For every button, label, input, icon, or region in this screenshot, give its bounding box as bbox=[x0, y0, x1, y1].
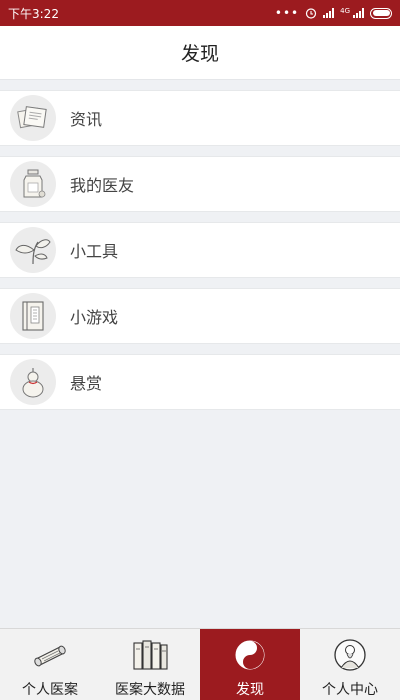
menu-item-games[interactable]: 小游戏 bbox=[0, 288, 400, 344]
scroll-icon bbox=[30, 635, 70, 675]
nav-label-big-data: 医案大数据 bbox=[115, 682, 185, 698]
papers-icon bbox=[10, 95, 56, 141]
books-icon bbox=[130, 635, 170, 675]
sage-avatar-icon bbox=[330, 635, 370, 675]
herb-leaf-icon bbox=[10, 227, 56, 273]
more-dots-icon: ••• bbox=[274, 6, 300, 20]
nav-item-profile[interactable]: 个人中心 bbox=[300, 629, 400, 700]
status-icons: ••• 4G bbox=[275, 7, 392, 19]
nav-label-profile: 个人中心 bbox=[322, 682, 378, 698]
menu-label-tools: 小工具 bbox=[70, 242, 119, 261]
signal-icon bbox=[323, 8, 335, 18]
gourd-icon bbox=[10, 359, 56, 405]
book-icon bbox=[10, 293, 56, 339]
page-header: 发现 bbox=[0, 26, 400, 80]
page-title: 发现 bbox=[180, 43, 219, 65]
status-bar: 下午3:22 ••• 4G bbox=[0, 0, 400, 26]
nav-item-discover[interactable]: 发现 bbox=[200, 629, 300, 700]
nav-label-discover: 发现 bbox=[236, 682, 264, 698]
bottom-nav: 个人医案 医案大数据 发现 个人中心 bbox=[0, 628, 400, 700]
menu-label-games: 小游戏 bbox=[70, 308, 119, 327]
menu-label-my-doctors: 我的医友 bbox=[70, 176, 135, 195]
menu-item-news[interactable]: 资讯 bbox=[0, 90, 400, 146]
status-time: 下午3:22 bbox=[8, 6, 59, 21]
menu-label-reward: 悬赏 bbox=[70, 374, 103, 393]
menu-item-reward[interactable]: 悬赏 bbox=[0, 354, 400, 410]
medicine-jar-icon bbox=[10, 161, 56, 207]
menu-item-tools[interactable]: 小工具 bbox=[0, 222, 400, 278]
menu-item-my-doctors[interactable]: 我的医友 bbox=[0, 156, 400, 212]
battery-icon bbox=[370, 7, 392, 19]
alarm-icon bbox=[306, 8, 317, 19]
nav-item-personal-cases[interactable]: 个人医案 bbox=[0, 629, 100, 700]
yin-yang-icon bbox=[230, 635, 270, 675]
signal-icon-2 bbox=[353, 8, 364, 18]
nav-item-big-data[interactable]: 医案大数据 bbox=[100, 629, 200, 700]
menu-label-news: 资讯 bbox=[70, 110, 103, 129]
network-type-label: 4G bbox=[340, 7, 350, 15]
nav-label-personal-cases: 个人医案 bbox=[22, 682, 78, 698]
